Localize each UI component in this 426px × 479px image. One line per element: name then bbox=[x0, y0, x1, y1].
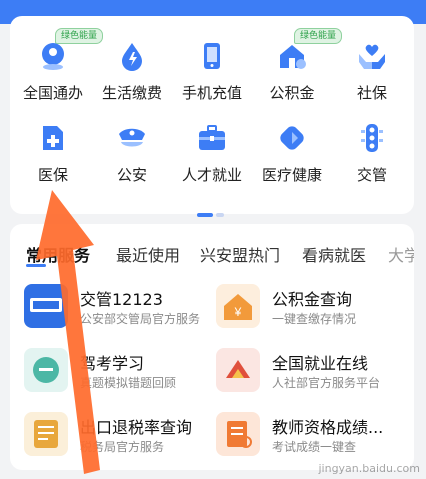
service-title: 出口退税率查询 bbox=[80, 418, 193, 437]
grid-label: 手机充值 bbox=[181, 84, 242, 102]
globe-pin-icon bbox=[42, 43, 64, 70]
service-title: 公积金查询 bbox=[272, 290, 353, 309]
grid-label: 医保 bbox=[37, 166, 68, 184]
tab-university[interactable]: 大学 bbox=[388, 242, 414, 266]
service-teacher-cert-score[interactable]: 教师资格成绩... 考试成绩一键查 bbox=[216, 412, 406, 460]
service-subtitle: 税务局官方服务 bbox=[80, 440, 165, 454]
tab-recent[interactable]: 最近使用 bbox=[116, 242, 180, 266]
grid-label: 公安 bbox=[116, 166, 147, 184]
service-driving-exam[interactable]: 驾考学习 真题模拟错题回顾 bbox=[24, 348, 214, 396]
service-subtitle: 考试成绩一键查 bbox=[272, 440, 357, 454]
tax-icon bbox=[24, 412, 68, 456]
grid-label: 社保 bbox=[356, 84, 387, 102]
service-export-tax-refund[interactable]: 出口退税率查询 税务局官方服务 bbox=[24, 412, 214, 460]
phone-icon bbox=[204, 43, 220, 69]
service-subtitle: 公安部交管局官方服务 bbox=[80, 312, 201, 326]
service-title: 全国就业在线 bbox=[272, 354, 369, 373]
svg-text:¥: ¥ bbox=[234, 305, 242, 319]
tab-xinganmeng-hot[interactable]: 兴安盟热门 bbox=[200, 242, 280, 266]
employment-icon bbox=[216, 348, 260, 392]
service-subtitle: 一键查缴存情况 bbox=[272, 312, 357, 326]
service-title: 教师资格成绩... bbox=[272, 418, 384, 437]
hands-heart-icon bbox=[359, 44, 385, 69]
quick-services-card: 绿色能量 全国通办 生活缴费 手机充值 绿色能量 公积金 社保 医保 公安 人才… bbox=[10, 16, 414, 217]
grid-label: 医疗健康 bbox=[261, 166, 322, 184]
police-cap-icon bbox=[119, 128, 145, 147]
tab-common-services[interactable]: 常用服务 bbox=[26, 242, 90, 266]
service-subtitle: 人社部官方服务平台 bbox=[272, 376, 381, 390]
exam-icon bbox=[24, 348, 68, 392]
service-subtitle: 真题模拟错题回顾 bbox=[80, 376, 177, 390]
service-title: 驾考学习 bbox=[80, 354, 145, 373]
grid-label: 生活缴费 bbox=[101, 84, 162, 102]
service-title: 交管12123 bbox=[80, 290, 163, 309]
medical-insurance-icon bbox=[43, 126, 63, 150]
tab-underline bbox=[26, 264, 46, 267]
briefcase-icon bbox=[199, 125, 225, 150]
grid-label: 全国通办 bbox=[22, 84, 83, 102]
watermark-text: jingyan.baidu.com bbox=[318, 462, 420, 475]
heart-health-icon bbox=[280, 126, 304, 150]
fund-house-icon bbox=[280, 45, 306, 69]
services-card: 常用服务 最近使用 兴安盟热门 看病就医 大学 交管12123 公安部交管局官方… bbox=[10, 224, 414, 470]
utility-drop-icon bbox=[122, 43, 142, 71]
service-provident-fund-query[interactable]: ¥ 公积金查询 一键查缴存情况 bbox=[216, 284, 406, 332]
traffic-light-icon bbox=[361, 124, 383, 152]
tab-medical[interactable]: 看病就医 bbox=[302, 242, 366, 266]
house-yuan-icon: ¥ bbox=[216, 284, 260, 328]
service-national-employment[interactable]: 全国就业在线 人社部官方服务平台 bbox=[216, 348, 406, 396]
grid-label: 人才就业 bbox=[181, 166, 242, 184]
pager-dot-active bbox=[197, 213, 213, 217]
grid-label: 公积金 bbox=[269, 84, 315, 102]
grid-label: 交管 bbox=[356, 166, 387, 184]
pager-dot bbox=[216, 213, 224, 217]
service-jiaoguan-12123[interactable]: 交管12123 公安部交管局官方服务 bbox=[24, 284, 214, 332]
traffic-12123-icon bbox=[24, 284, 68, 328]
teacher-cert-icon bbox=[216, 412, 260, 456]
